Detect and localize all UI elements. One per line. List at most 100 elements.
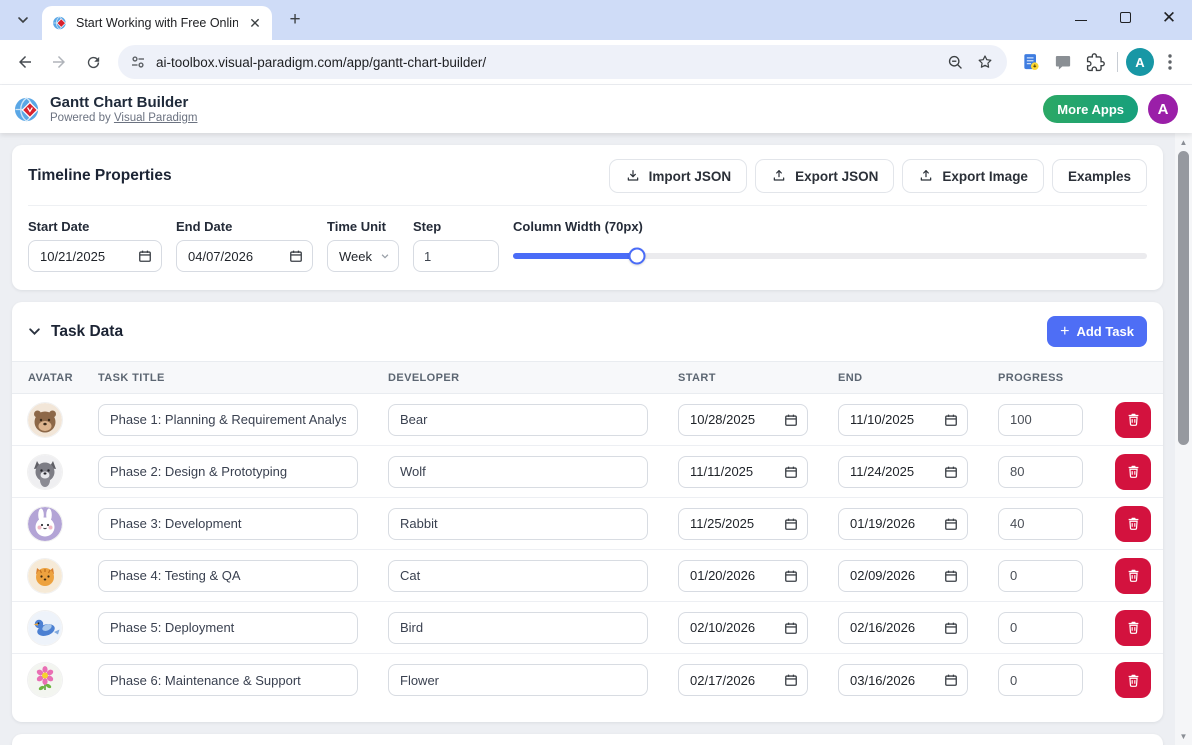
slider-thumb[interactable] [628,247,646,265]
extensions-puzzle-icon[interactable] [1085,52,1105,72]
delete-task-button[interactable] [1115,609,1151,646]
column-width-label: Column Width (70px) [513,219,643,234]
new-tab-button[interactable]: + [282,7,308,33]
time-unit-select[interactable]: Week [327,240,399,272]
developer-input[interactable] [388,559,648,592]
task-end-date-input[interactable]: 03/16/2026 [838,664,968,696]
progress-input[interactable] [998,403,1083,436]
delete-task-button[interactable] [1115,453,1151,490]
minimize-button[interactable] [1074,10,1088,24]
zoom-icon[interactable] [945,52,965,72]
bear-avatar [28,402,62,437]
more-apps-button[interactable]: More Apps [1043,95,1138,123]
task-start-date-input[interactable]: 02/17/2026 [678,664,808,696]
delete-task-button[interactable] [1115,401,1151,438]
bookmark-star-icon[interactable] [975,52,995,72]
user-avatar[interactable]: A [1148,94,1178,124]
column-width-slider[interactable] [513,240,1147,272]
browser-profile-avatar[interactable]: A [1126,48,1154,76]
reading-list-extension-icon[interactable] [1021,52,1041,72]
scrollbar-up-arrow[interactable]: ▲ [1175,135,1192,149]
forward-button[interactable] [44,47,74,77]
tab-close-icon[interactable]: ✕ [246,14,264,32]
start-date-label: Start Date [28,219,90,234]
back-button[interactable] [10,47,40,77]
upload-icon [771,168,787,184]
column-header-start: START [678,371,716,384]
task-end-date-input[interactable]: 11/24/2025 [838,455,968,488]
task-end-date-input[interactable]: 11/10/2025 [838,403,968,436]
trash-icon [1128,465,1138,478]
task-data-collapse-toggle[interactable]: Task Data [28,323,123,341]
slider-fill [513,253,637,259]
progress-input[interactable] [998,559,1083,592]
calendar-icon [785,570,797,582]
table-row: 02/10/2026 02/16/2026 [12,602,1163,654]
task-end-date-input[interactable]: 02/09/2026 [838,559,968,592]
export-json-button[interactable]: Export JSON [755,159,895,193]
add-task-button[interactable]: + Add Task [1047,316,1147,347]
calendar-icon [945,570,957,582]
examples-button[interactable]: Examples [1051,159,1147,193]
end-date-input[interactable]: 04/07/2026 [176,240,313,272]
developer-input[interactable] [388,455,648,488]
import-json-button[interactable]: Import JSON [608,159,748,193]
calendar-icon [945,622,957,634]
task-start-date-input[interactable]: 02/10/2026 [678,611,808,644]
task-title-input[interactable] [98,507,358,540]
table-row: 02/17/2026 03/16/2026 [12,654,1163,706]
developer-input[interactable] [388,664,648,696]
task-data-card: Task Data + Add Task AVATAR TASK TITLE D… [12,302,1163,722]
task-start-date-input[interactable]: 11/11/2025 [678,455,808,488]
calendar-icon [945,466,957,478]
cat-avatar [28,558,62,593]
step-input[interactable] [413,240,499,272]
task-start-date-value: 11/11/2025 [690,464,754,479]
progress-input[interactable] [998,455,1083,488]
column-header-developer: DEVELOPER [388,371,460,384]
developer-input[interactable] [388,403,648,436]
delete-task-button[interactable] [1115,505,1151,542]
start-date-input[interactable]: 10/21/2025 [28,240,162,272]
progress-input[interactable] [998,611,1083,644]
scrollbar-thumb[interactable] [1178,151,1189,445]
progress-input[interactable] [998,664,1083,696]
export-image-button[interactable]: Export Image [902,159,1044,193]
task-start-date-value: 11/25/2025 [690,516,755,531]
calendar-icon [785,518,797,530]
scrollbar-down-arrow[interactable]: ▼ [1175,729,1192,743]
task-title-input[interactable] [98,403,358,436]
reload-button[interactable] [78,47,108,77]
developer-input[interactable] [388,507,648,540]
task-end-date-input[interactable]: 02/16/2026 [838,611,968,644]
delete-task-button[interactable] [1115,557,1151,594]
column-header-end: END [838,371,863,384]
task-title-input[interactable] [98,559,358,592]
task-table-body: 10/28/2025 11/10/2025 [12,394,1163,706]
developer-input[interactable] [388,611,648,644]
window-close-button[interactable]: ✕ [1162,9,1176,26]
progress-input[interactable] [998,507,1083,540]
task-start-date-value: 02/10/2026 [690,620,756,635]
tab-search-button[interactable] [10,7,36,33]
task-start-date-input[interactable]: 11/25/2025 [678,507,808,540]
task-title-input[interactable] [98,611,358,644]
chevron-down-icon [18,17,28,24]
comment-extension-icon[interactable] [1053,52,1073,72]
app-header: Gantt Chart Builder Powered by Visual Pa… [0,85,1192,133]
task-start-date-input[interactable]: 10/28/2025 [678,403,808,436]
task-title-input[interactable] [98,664,358,696]
visual-paradigm-link[interactable]: Visual Paradigm [114,112,198,124]
task-title-input[interactable] [98,455,358,488]
task-end-date-input[interactable]: 01/19/2026 [838,507,968,540]
address-bar[interactable]: ai-toolbox.visual-paradigm.com/app/gantt… [118,45,1007,79]
visual-paradigm-favicon [53,16,66,30]
table-header-row: AVATAR TASK TITLE DEVELOPER START END PR… [12,361,1163,394]
delete-task-button[interactable] [1115,662,1151,698]
maximize-button[interactable] [1118,10,1132,24]
page-scrollbar[interactable]: ▲ ▼ [1175,133,1192,745]
browser-menu-button[interactable] [1158,50,1182,74]
calendar-icon [785,466,797,478]
browser-tab[interactable]: Start Working with Free Online ✕ [42,6,272,40]
task-start-date-input[interactable]: 01/20/2026 [678,559,808,592]
